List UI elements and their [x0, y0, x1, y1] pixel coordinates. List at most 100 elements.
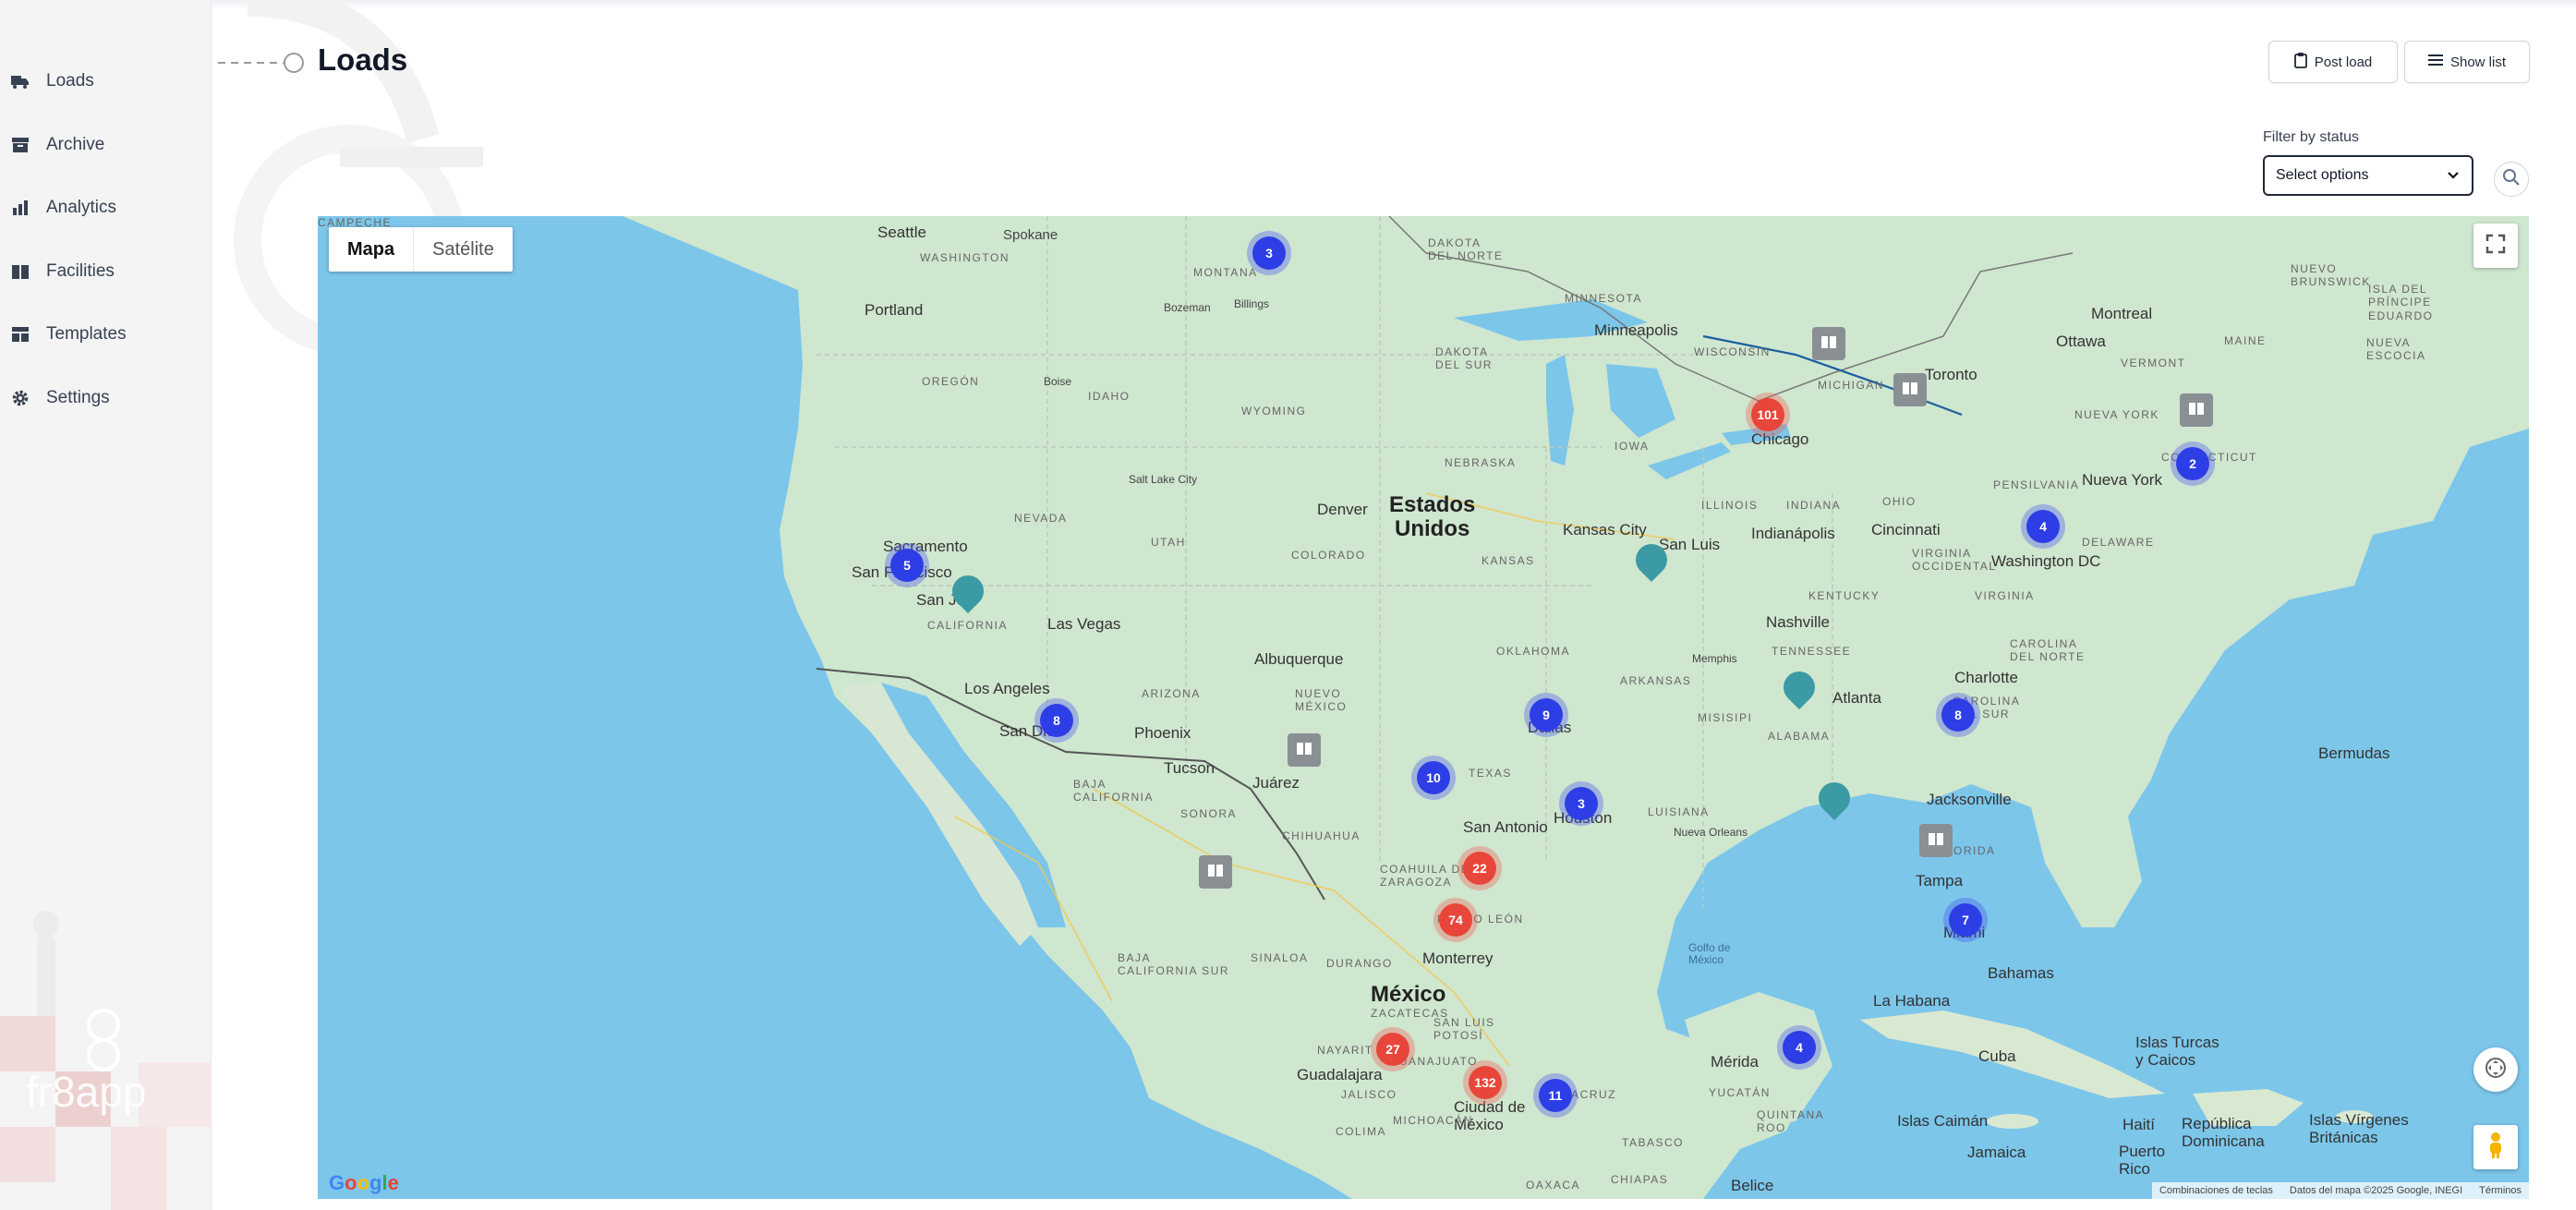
sidebar-item-label: Templates — [46, 324, 127, 345]
sidebar-item-templates[interactable]: Templates — [0, 303, 211, 367]
google-logo: Google — [329, 1171, 399, 1194]
street-view-button[interactable] — [2473, 1125, 2518, 1169]
cluster-count: 10 — [1426, 770, 1441, 785]
show-list-label: Show list — [2449, 54, 2507, 70]
warehouse-icon — [1927, 830, 1945, 852]
show-list-button[interactable]: Show list — [2404, 41, 2530, 83]
cluster-count: 22 — [1472, 861, 1487, 876]
cluster-count: 132 — [1474, 1075, 1496, 1090]
cluster-marker[interactable]: 10 — [1417, 761, 1450, 794]
sidebar-item-loads[interactable]: Loads — [0, 50, 211, 114]
cluster-count: 4 — [1796, 1040, 1803, 1055]
sidebar-item-archive[interactable]: Archive — [0, 114, 211, 177]
warehouse-icon — [1206, 862, 1225, 883]
cluster-count: 3 — [1578, 796, 1585, 811]
map-footer: Combinaciones de teclas Datos del mapa ©… — [2151, 1182, 2529, 1199]
facility-marker[interactable] — [1893, 373, 1927, 406]
cluster-marker[interactable]: 8 — [1040, 704, 1073, 737]
sidebar-item-facilities[interactable]: Facilities — [0, 240, 211, 304]
list-icon — [2427, 54, 2443, 70]
cluster-marker[interactable]: 11 — [1539, 1079, 1572, 1112]
cluster-marker[interactable]: 9 — [1530, 698, 1563, 732]
archive-icon — [9, 134, 31, 156]
facility-marker[interactable] — [1199, 855, 1232, 889]
facility-marker[interactable] — [1919, 824, 1953, 857]
cluster-count: 9 — [1542, 708, 1550, 722]
sidebar-nav: Loads Archive Analytics Facilities Templ… — [0, 50, 211, 430]
sidebar-item-label: Analytics — [46, 198, 117, 218]
cluster-marker[interactable]: 4 — [2026, 510, 2060, 543]
terms-link[interactable]: Términos — [2479, 1185, 2522, 1196]
land-puerto-rico — [2336, 1110, 2373, 1123]
map-data-attribution: Datos del mapa ©2025 Google, INEGI — [2289, 1185, 2463, 1196]
cluster-marker[interactable]: 101 — [1751, 398, 1784, 431]
map-base — [613, 216, 2529, 1199]
truck-icon — [9, 70, 31, 92]
clipboard-icon — [2293, 52, 2307, 72]
sidebar-item-settings[interactable]: Settings — [0, 367, 211, 430]
land-hispaniola — [2193, 1089, 2304, 1126]
cluster-marker[interactable]: 2 — [2176, 447, 2209, 480]
post-load-button[interactable]: Post load — [2268, 41, 2398, 83]
filter-status-label: Filter by status — [2263, 129, 2360, 145]
fullscreen-button[interactable] — [2473, 224, 2518, 268]
sidebar-item-analytics[interactable]: Analytics — [0, 176, 211, 240]
cluster-marker[interactable]: 8 — [1941, 698, 1975, 732]
map[interactable]: Mapa Satélite Estados Unidos México Seatt… — [318, 216, 2529, 1199]
facility-marker[interactable] — [1812, 327, 1845, 360]
warehouse-icon — [1295, 740, 1313, 761]
chevron-down-icon — [2448, 167, 2459, 184]
map-type-control: Mapa Satélite — [329, 227, 513, 272]
map-type-satellite[interactable]: Satélite — [413, 227, 513, 272]
cluster-marker[interactable]: 4 — [1783, 1031, 1816, 1064]
cluster-count: 4 — [2039, 519, 2047, 534]
land-jamaica — [1987, 1114, 2038, 1129]
sidebar-item-label: Loads — [46, 71, 94, 91]
sidebar-item-label: Archive — [46, 134, 105, 154]
cluster-count: 2 — [2189, 456, 2196, 471]
camera-control-button[interactable] — [2473, 1047, 2518, 1092]
top-shadow — [211, 0, 2576, 9]
warehouse-icon — [1820, 333, 1838, 355]
status-select[interactable]: Select options — [2263, 155, 2473, 196]
cluster-count: 74 — [1448, 913, 1463, 927]
cluster-marker[interactable]: 22 — [1463, 852, 1496, 885]
search-icon — [2502, 168, 2521, 191]
brand-decoration: fr8app — [0, 911, 211, 1210]
move-arrows-icon — [2484, 1056, 2508, 1084]
facility-marker[interactable] — [2180, 393, 2213, 427]
keyboard-shortcuts-link[interactable]: Combinaciones de teclas — [2159, 1185, 2273, 1196]
cluster-count: 3 — [1265, 246, 1273, 260]
cluster-marker[interactable]: 132 — [1469, 1066, 1502, 1099]
warehouse-icon — [9, 260, 31, 283]
facility-marker[interactable] — [1288, 733, 1321, 767]
cluster-marker[interactable]: 3 — [1252, 236, 1286, 270]
cluster-count: 27 — [1385, 1042, 1400, 1057]
land-cuba — [1860, 1010, 2165, 1098]
sidebar: Loads Archive Analytics Facilities Templ… — [0, 0, 212, 1210]
pegman-icon — [2486, 1131, 2505, 1164]
cluster-count: 5 — [903, 558, 911, 573]
cluster-count: 11 — [1548, 1088, 1563, 1103]
cluster-marker[interactable]: 7 — [1949, 903, 1982, 937]
gear-icon — [9, 387, 31, 409]
cluster-count: 7 — [1962, 913, 1969, 927]
status-select-value: Select options — [2276, 167, 2369, 183]
cluster-marker[interactable]: 27 — [1376, 1033, 1409, 1066]
warehouse-icon — [2187, 400, 2206, 421]
page-title: Loads — [318, 42, 408, 77]
search-button[interactable] — [2494, 162, 2529, 197]
cluster-count: 101 — [1757, 407, 1779, 422]
cluster-marker[interactable]: 3 — [1565, 787, 1598, 820]
warehouse-icon — [1901, 380, 1919, 401]
cluster-marker[interactable]: 5 — [890, 549, 924, 582]
cluster-marker[interactable]: 74 — [1439, 903, 1472, 937]
map-type-map[interactable]: Mapa — [329, 227, 413, 272]
template-icon — [9, 323, 31, 345]
cluster-count: 8 — [1954, 708, 1962, 722]
svg-text:fr8app: fr8app — [26, 1068, 146, 1116]
sidebar-item-label: Facilities — [46, 260, 115, 281]
cluster-count: 8 — [1053, 713, 1060, 728]
post-load-label: Post load — [2314, 54, 2373, 70]
bar-chart-icon — [9, 197, 31, 219]
